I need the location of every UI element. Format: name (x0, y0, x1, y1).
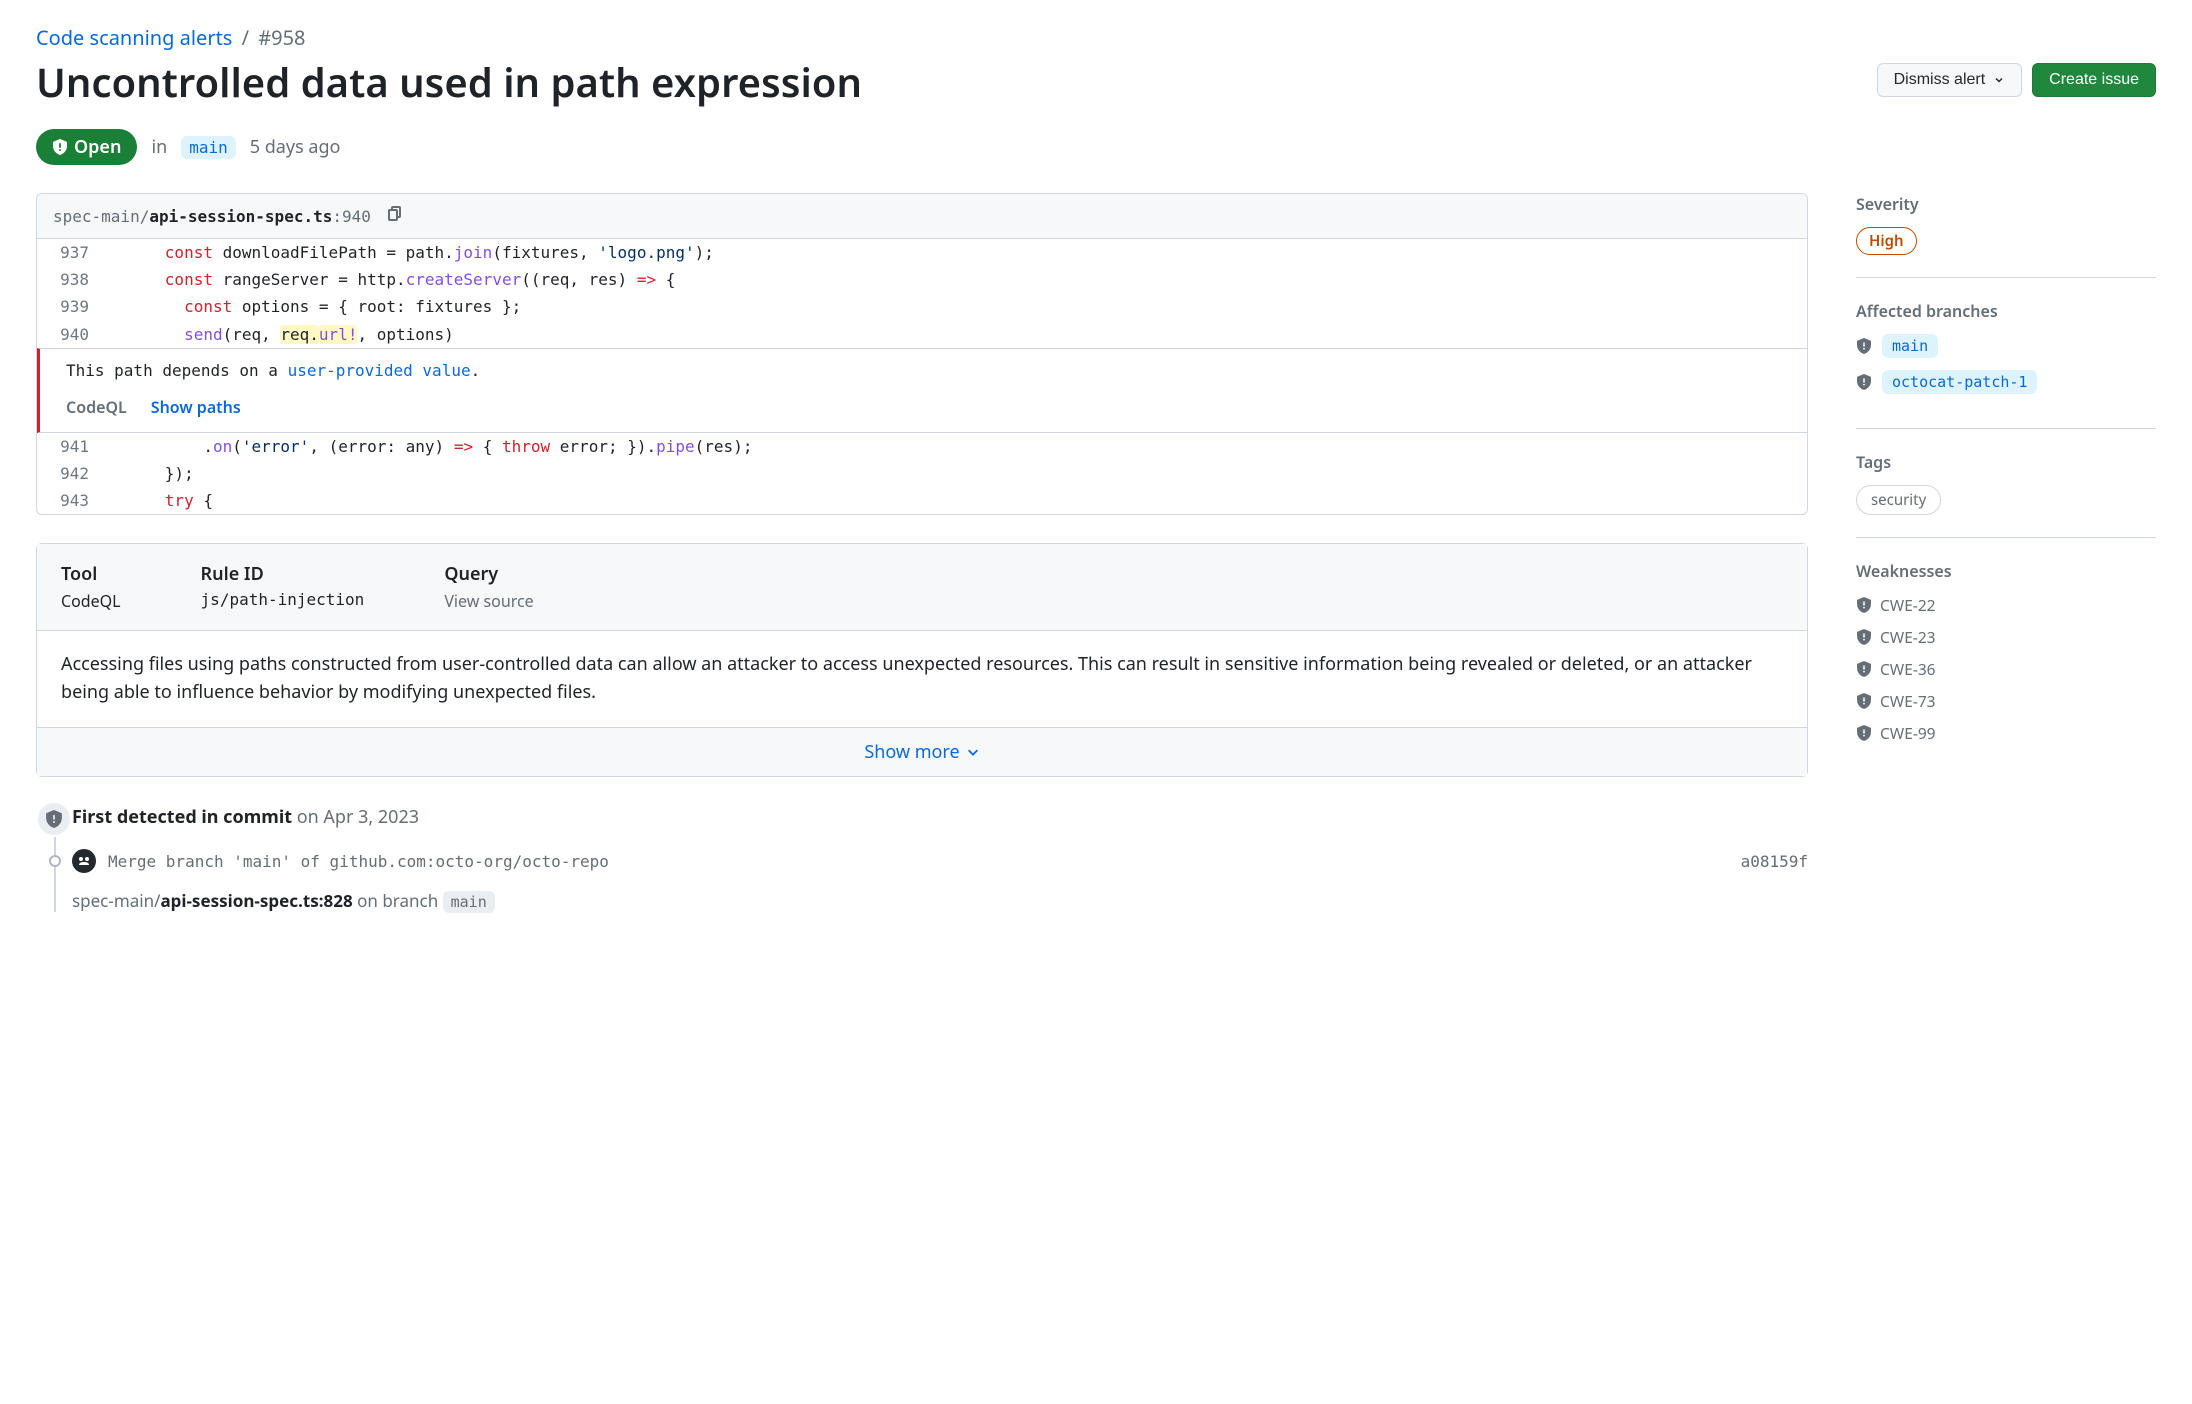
branch-pill[interactable]: main (181, 136, 236, 159)
timeline: First detected in commit on Apr 3, 2023 … (36, 805, 1808, 912)
shield-icon (1856, 338, 1872, 354)
severity-heading: Severity (1856, 193, 2156, 215)
dismiss-alert-button[interactable]: Dismiss alert (1877, 63, 2023, 97)
tool-value: CodeQL (61, 590, 121, 612)
shield-icon (1856, 629, 1872, 645)
commit-sha[interactable]: a08159f (1741, 852, 1808, 871)
tool-label: CodeQL (66, 396, 127, 418)
timeline-file-path[interactable]: api-session-spec.ts:828 (160, 889, 352, 912)
in-label: in (151, 135, 167, 159)
line-number: 940 (37, 321, 107, 348)
weakness-row[interactable]: CWE-73 (1856, 690, 2156, 712)
code-lines-before: 937 const downloadFilePath = path.join(f… (37, 239, 1807, 348)
line-number: 941 (37, 433, 107, 460)
show-more-link[interactable]: Show more (864, 740, 979, 764)
file-header: spec-main/api-session-spec.ts:940 (37, 194, 1807, 239)
rule-description: Accessing files using paths constructed … (37, 631, 1807, 728)
status-badge: Open (36, 129, 137, 165)
branch-pill[interactable]: main (1882, 334, 1938, 358)
shield-icon (1856, 597, 1872, 613)
query-heading: Query (444, 562, 533, 586)
line-number: 938 (37, 266, 107, 293)
severity-badge: High (1856, 227, 1917, 255)
code-line: 941 .on('error', (error: any) => { throw… (37, 433, 1807, 460)
ruleid-heading: Rule ID (201, 562, 365, 586)
code-line: 943 try { (37, 487, 1807, 514)
tags-heading: Tags (1856, 451, 2156, 473)
line-number: 939 (37, 293, 107, 320)
annotation-block: This path depends on a user-provided val… (37, 348, 1807, 433)
code-lines-after: 941 .on('error', (error: any) => { throw… (37, 433, 1807, 515)
affected-branch-row: main (1856, 334, 2156, 358)
view-source-link[interactable]: View source (444, 590, 533, 612)
affected-branch-row: octocat-patch-1 (1856, 370, 2156, 394)
file-name: api-session-spec.ts (149, 207, 332, 226)
rule-box: Tool CodeQL Rule ID js/path-injection Qu… (36, 543, 1808, 777)
shield-icon (52, 139, 68, 155)
shield-icon (1856, 374, 1872, 390)
copy-icon[interactable] (387, 206, 403, 226)
create-issue-button[interactable]: Create issue (2032, 63, 2156, 97)
user-provided-value-link[interactable]: user-provided value (288, 361, 471, 380)
code-line: 937 const downloadFilePath = path.join(f… (37, 239, 1807, 266)
weakness-row[interactable]: CWE-23 (1856, 626, 2156, 648)
commit-dot-icon (49, 855, 61, 867)
shield-icon (1856, 693, 1872, 709)
branch-pill[interactable]: octocat-patch-1 (1882, 370, 2037, 394)
code-box: spec-main/api-session-spec.ts:940 937 co… (36, 193, 1808, 515)
code-line: 939 const options = { root: fixtures }; (37, 293, 1807, 320)
line-number: 942 (37, 460, 107, 487)
timeline-branch-chip[interactable]: main (443, 891, 495, 913)
first-detected-label: First detected in commit (72, 805, 292, 829)
code-line: 940 send(req, req.url!, options) (37, 321, 1807, 348)
page-title: Uncontrolled data used in path expressio… (36, 57, 862, 107)
chevron-down-icon (966, 745, 980, 759)
sidebar: Severity High Affected branches main octo… (1856, 193, 2156, 754)
shield-icon (1856, 725, 1872, 741)
line-number: 943 (37, 487, 107, 514)
weaknesses-heading: Weaknesses (1856, 560, 2156, 582)
breadcrumb-current: #958 (258, 24, 305, 51)
line-number: 937 (37, 239, 107, 266)
avatar (72, 849, 96, 873)
ruleid-value: js/path-injection (201, 590, 365, 609)
weakness-row[interactable]: CWE-99 (1856, 722, 2156, 744)
tag-chip[interactable]: security (1856, 485, 1941, 515)
breadcrumb: Code scanning alerts / #958 (36, 24, 2156, 51)
code-line: 942 }); (37, 460, 1807, 487)
shield-icon (1856, 661, 1872, 677)
code-line: 938 const rangeServer = http.createServe… (37, 266, 1807, 293)
branches-heading: Affected branches (1856, 300, 2156, 322)
show-paths-link[interactable]: Show paths (151, 396, 241, 418)
age-label: 5 days ago (250, 135, 341, 159)
tool-heading: Tool (61, 562, 121, 586)
timeline-shield-icon (36, 801, 72, 837)
weakness-row[interactable]: CWE-36 (1856, 658, 2156, 680)
chevron-down-icon (1993, 74, 2005, 86)
breadcrumb-parent-link[interactable]: Code scanning alerts (36, 24, 232, 51)
commit-message[interactable]: Merge branch 'main' of github.com:octo-o… (108, 852, 609, 871)
weakness-row[interactable]: CWE-22 (1856, 594, 2156, 616)
